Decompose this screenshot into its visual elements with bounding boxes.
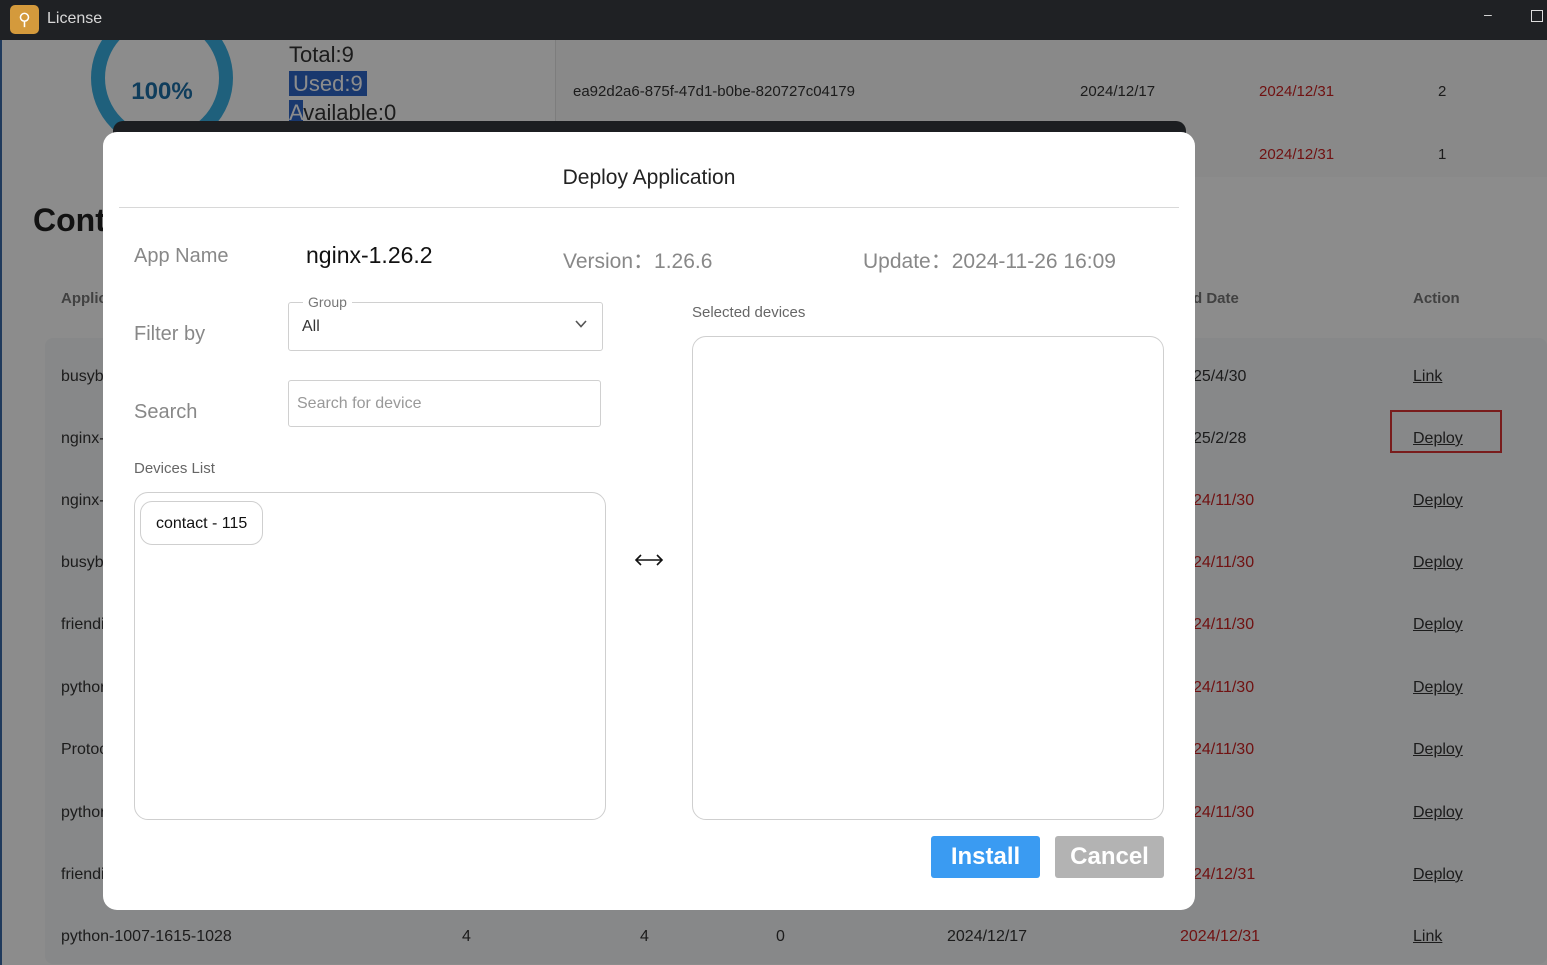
cancel-button[interactable]: Cancel: [1055, 836, 1164, 878]
devices-list[interactable]: contact - 115: [134, 492, 606, 820]
install-button[interactable]: Install: [931, 836, 1040, 878]
search-label: Search: [134, 401, 198, 423]
group-select[interactable]: Group All: [288, 294, 603, 351]
selected-devices-label: Selected devices: [692, 304, 806, 321]
group-legend: Group: [303, 294, 352, 310]
app-name-label: App Name: [134, 245, 229, 267]
chevron-down-icon: [575, 320, 587, 328]
version-text: Version：1.26.6: [563, 250, 713, 273]
app-name-value: nginx-1.26.2: [306, 242, 433, 268]
deploy-application-dialog: Deploy Application App Name nginx-1.26.2…: [103, 132, 1195, 910]
app-key-icon: ⚲: [10, 5, 39, 34]
swap-arrows-icon: [634, 554, 664, 566]
maximize-icon[interactable]: [1531, 10, 1543, 22]
devices-list-label: Devices List: [134, 460, 215, 477]
dialog-title: Deploy Application: [562, 166, 736, 189]
group-selected-value: All: [302, 318, 320, 335]
filter-by-label: Filter by: [134, 323, 206, 345]
title-divider: [119, 207, 1179, 208]
minimize-icon[interactable]: –: [1484, 6, 1492, 22]
window-titlebar: ⚲ License –: [0, 0, 1547, 40]
update-text: Update：2024-11-26 16:09: [863, 250, 1116, 273]
selected-devices-list[interactable]: [692, 336, 1164, 820]
window-title: License: [47, 10, 103, 27]
device-search-input[interactable]: [288, 380, 601, 427]
device-chip[interactable]: contact - 115: [140, 501, 264, 545]
